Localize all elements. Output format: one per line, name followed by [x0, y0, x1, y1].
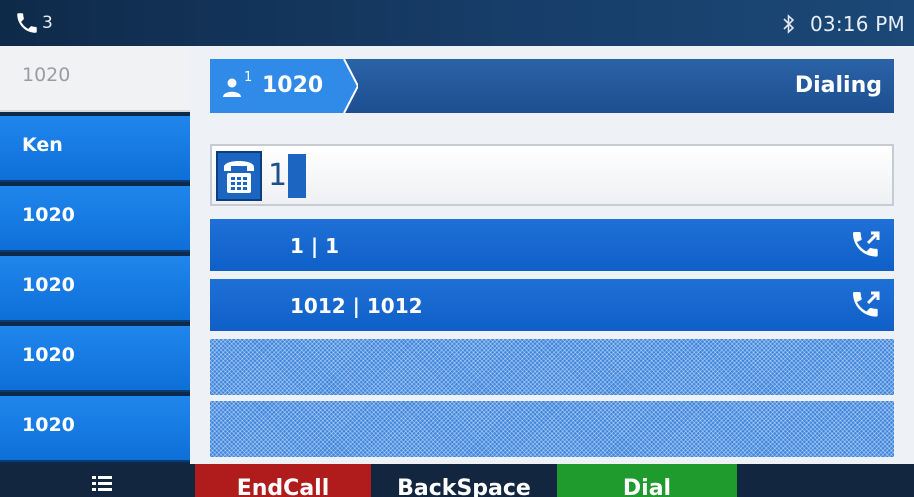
- suggestion-text: 1 | 1: [290, 234, 340, 258]
- line-count: 3: [42, 13, 53, 33]
- softkey-bar: EndCall BackSpace Dial: [0, 464, 914, 497]
- menu-icon[interactable]: [92, 476, 112, 492]
- sidebar-item-line-6[interactable]: 1020: [0, 396, 190, 462]
- handset-icon: [216, 151, 262, 201]
- sidebar-item-label: Ken: [22, 134, 63, 156]
- sidebar-item-label: 1020: [22, 414, 75, 436]
- user-icon: [223, 78, 241, 97]
- sidebar-item-line-3[interactable]: 1020: [0, 186, 190, 252]
- endcall-button[interactable]: EndCall: [195, 464, 371, 497]
- dial-input[interactable]: 1: [210, 144, 894, 206]
- suggestion-row[interactable]: 1012 | 1012: [210, 279, 894, 331]
- empty-suggestion-row: [210, 339, 894, 395]
- sidebar-item-line-1[interactable]: 1020: [0, 46, 190, 112]
- dialing-panel: 1 1020 Dialing 1 1 | 1 1012 | 1012: [190, 46, 914, 464]
- sidebar-item-line-4[interactable]: 1020: [0, 256, 190, 322]
- bluetooth-icon: [783, 14, 795, 34]
- clock: 03:16 PM: [810, 12, 905, 36]
- outgoing-call-icon: [853, 231, 880, 257]
- dialed-digits: 1: [268, 158, 288, 193]
- text-cursor: [288, 154, 306, 198]
- suggestion-text: 1012 | 1012: [290, 294, 423, 318]
- suggestion-row[interactable]: 1 | 1: [210, 219, 894, 271]
- sidebar-item-label: 1020: [22, 204, 75, 226]
- call-header: 1 1020 Dialing: [210, 59, 894, 113]
- empty-suggestion-row: [210, 401, 894, 457]
- line-key-sidebar: 1020 Ken 1020 1020 1020 1020: [0, 46, 190, 464]
- line-tab-label: 1020: [262, 73, 324, 98]
- status-bar: 3 03:16 PM: [0, 0, 914, 46]
- outgoing-call-icon: [853, 291, 880, 317]
- sidebar-item-ken[interactable]: Ken: [0, 116, 190, 182]
- sidebar-item-line-5[interactable]: 1020: [0, 326, 190, 392]
- sidebar-item-label: 1020: [22, 344, 75, 366]
- sidebar-item-label: 1020: [22, 274, 75, 296]
- phone-icon: [17, 13, 37, 33]
- call-status: Dialing: [794, 73, 882, 98]
- dial-button[interactable]: Dial: [557, 464, 737, 497]
- backspace-button[interactable]: BackSpace: [371, 464, 557, 497]
- sidebar-item-label: 1020: [22, 64, 71, 86]
- line-tab[interactable]: 1 1020: [210, 59, 358, 113]
- line-number: 1: [244, 70, 253, 85]
